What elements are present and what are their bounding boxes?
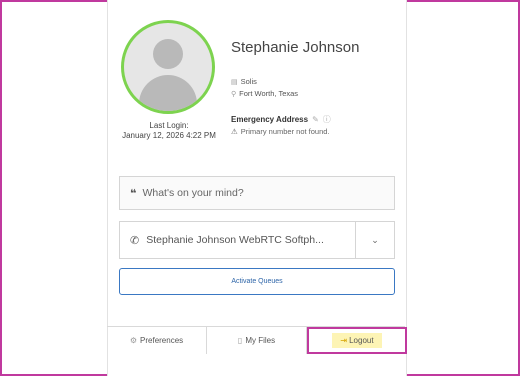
preferences-label: Preferences <box>140 336 184 345</box>
phone-device-field[interactable]: ✆ Stephanie Johnson WebRTC Softph... <box>120 234 355 247</box>
help-circle-icon[interactable]: ⓘ <box>323 114 331 125</box>
pencil-icon[interactable]: ✎ <box>312 115 319 124</box>
quote-icon: ❝ <box>130 187 137 200</box>
phone-icon: ✆ <box>130 234 140 247</box>
phone-device-select[interactable]: ✆ Stephanie Johnson WebRTC Softph... ⌄ <box>119 221 395 259</box>
file-icon: ▯ <box>237 336 243 345</box>
last-login: Last Login: January 12, 2026 4:22 PM <box>114 121 224 141</box>
avatar-head-shape <box>153 39 183 69</box>
map-pin-icon: ⚲ <box>231 90 237 98</box>
location-text: Fort Worth, Texas <box>239 89 299 98</box>
emergency-warning: ⚠ Primary number not found. <box>231 127 330 136</box>
chevron-down-icon: ⌄ <box>371 234 379 245</box>
logout-label: Logout <box>349 336 374 345</box>
last-login-value: January 12, 2026 4:22 PM <box>122 131 216 140</box>
phone-device-label: Stephanie Johnson WebRTC Softph... <box>146 234 324 246</box>
company-name: Solis <box>240 77 257 86</box>
last-login-label: Last Login: <box>149 121 189 130</box>
preferences-tab[interactable]: ⚙ Preferences <box>107 327 207 354</box>
status-input[interactable]: ❝ What's on your mind? <box>119 176 395 210</box>
my-files-label: My Files <box>245 336 276 345</box>
device-dropdown-button[interactable]: ⌄ <box>355 222 394 258</box>
activate-queues-button[interactable]: Activate Queues <box>119 268 395 295</box>
footer-bar: ⚙ Preferences ▯ My Files ⇥ Logout <box>107 326 407 354</box>
company-line: ▤ Solis <box>231 77 257 86</box>
location-line: ⚲ Fort Worth, Texas <box>231 89 298 98</box>
my-files-tab[interactable]: ▯ My Files <box>207 327 307 354</box>
status-placeholder: What's on your mind? <box>142 187 244 199</box>
profile-name: Stephanie Johnson <box>231 39 360 56</box>
logout-icon: ⇥ <box>340 336 348 345</box>
avatar-body-shape <box>139 75 197 111</box>
emergency-label: Emergency Address <box>231 115 309 124</box>
logout-highlight[interactable]: ⇥ Logout <box>332 333 382 348</box>
emergency-address: Emergency Address ✎ ⓘ <box>231 114 331 125</box>
avatar[interactable] <box>121 20 215 114</box>
warning-text: Primary number not found. <box>240 127 330 136</box>
logout-button[interactable]: ⇥ Logout <box>307 327 407 354</box>
gear-icon: ⚙ <box>129 336 138 345</box>
warning-icon: ⚠ <box>231 127 238 136</box>
building-icon: ▤ <box>231 78 238 86</box>
